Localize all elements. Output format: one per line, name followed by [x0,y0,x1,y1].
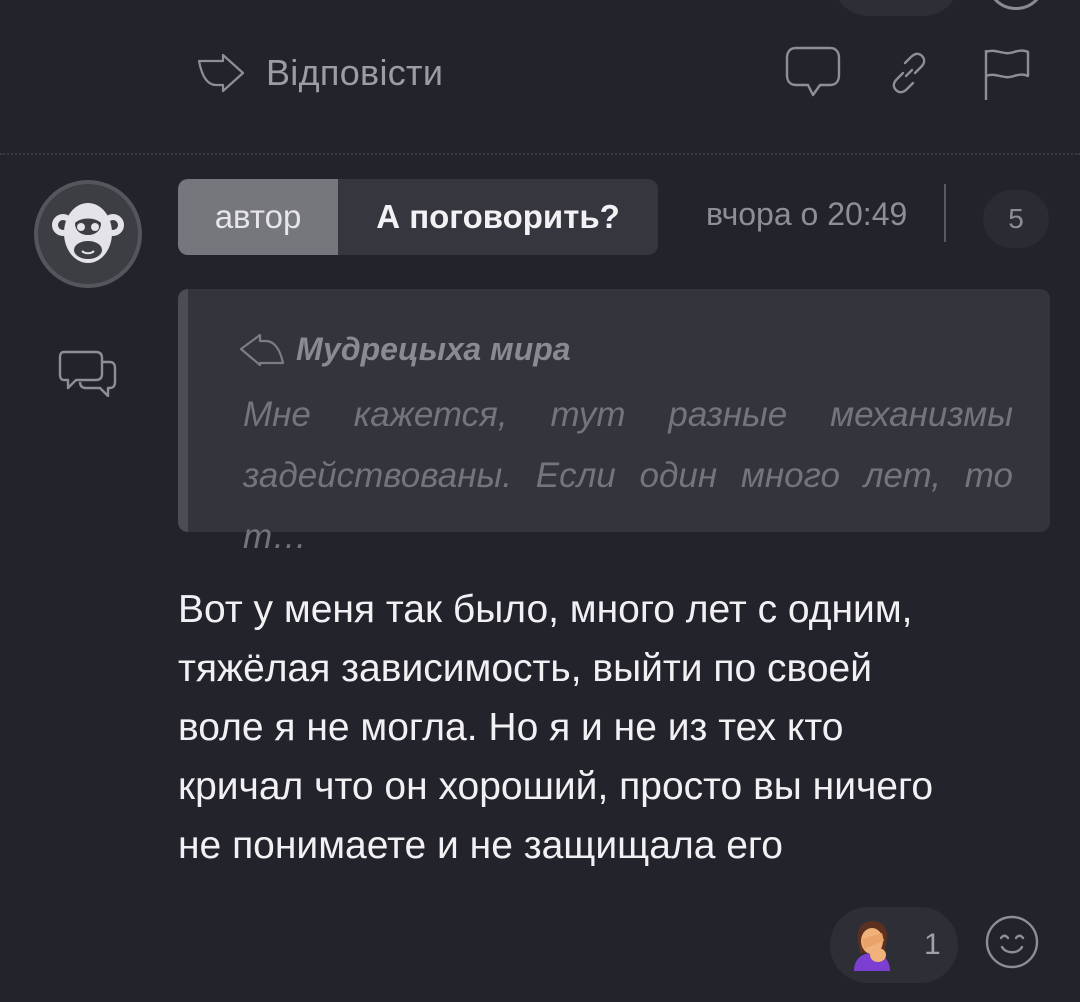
monkey-avatar-icon [52,203,124,263]
chat-bubbles-icon [58,350,117,398]
quoted-comment[interactable]: Мудрецыха мира Мне кажется, тут разные м… [178,289,1050,556]
smiley-icon [985,915,1039,969]
replies-icon[interactable] [58,348,118,405]
reaction-pill[interactable]: 1 [830,907,958,983]
avatar[interactable] [34,180,142,288]
timestamp-divider [944,184,946,242]
reply-label: Відповісти [266,52,444,93]
comment-divider [0,153,1080,155]
reply-back-icon [239,333,285,366]
reply-arrow-icon [197,53,245,93]
report-button[interactable] [982,46,1032,102]
comment-timestamp: вчора о 20:49 [706,196,908,232]
previous-reaction-pill[interactable] [832,0,960,16]
thread-title[interactable]: А поговорить? [338,179,658,255]
quote-author-row: Мудрецыха мира [238,331,571,368]
previous-add-reaction-button[interactable] [986,0,1046,10]
comment-body: Вот у меня так было, много лет с одним, … [178,588,934,867]
author-badge: автор [178,179,338,255]
reply-button[interactable]: Відповісти [196,48,443,98]
speech-bubble-icon [785,46,841,97]
quote-author-name: Мудрецыха мира [296,331,571,367]
link-icon [892,52,926,94]
copy-link-button[interactable] [886,50,932,96]
flag-icon [984,49,1030,100]
add-reaction-button[interactable] [984,914,1040,970]
comment-count-badge[interactable]: 5 [983,190,1049,248]
reaction-count: 1 [924,928,941,961]
comment-button[interactable] [784,45,842,99]
facepalm-woman-icon [848,919,896,971]
quote-text: Мне кажется, тут разные механизмы задейс… [243,395,1013,556]
